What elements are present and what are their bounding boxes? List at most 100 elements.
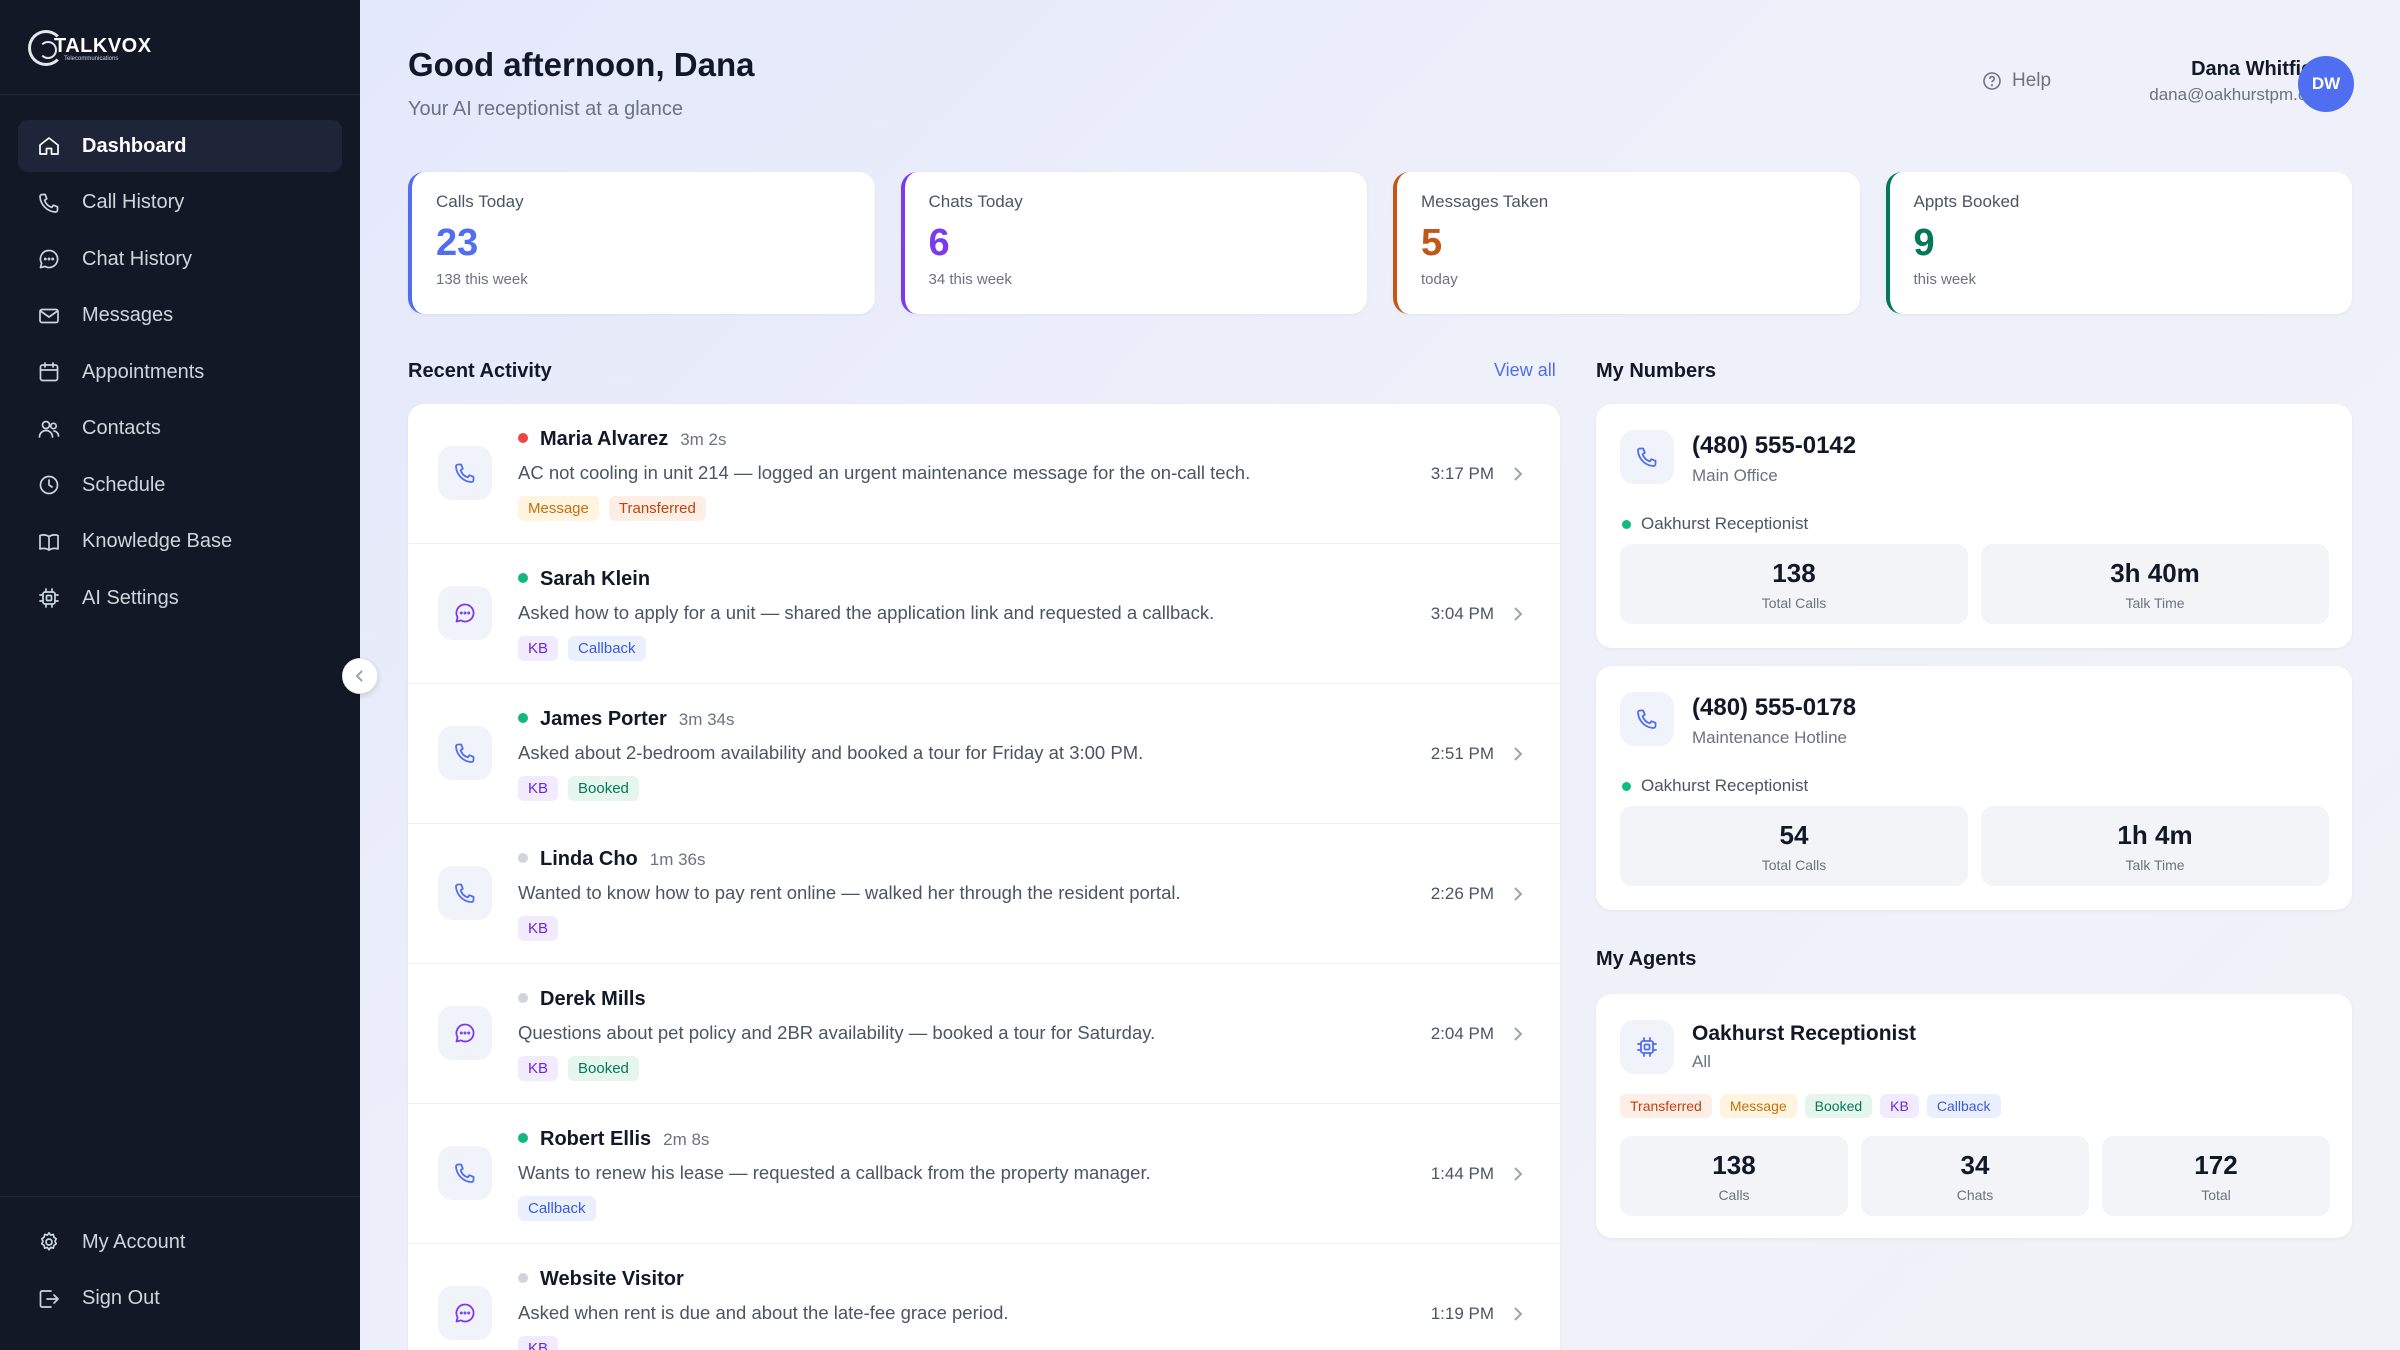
sidebar-item-appointments[interactable]: Appointments <box>18 346 342 398</box>
sidebar-item-dashboard[interactable]: Dashboard <box>18 120 342 172</box>
activity-duration: 3m 2s <box>680 430 727 449</box>
stat-card-chats-today[interactable]: Chats Today 6 34 this week <box>900 172 1367 314</box>
activity-duration: 2m 8s <box>663 1130 710 1149</box>
agent-metric-chats: 34 Chats <box>1861 1136 2089 1216</box>
tag-kb: KB <box>518 916 559 941</box>
number-card[interactable]: (480) 555-0178 Maintenance Hotline Oakhurs… <box>1596 666 2352 910</box>
tag-callback: Callback <box>568 636 646 661</box>
view-all-link[interactable]: View all <box>1494 360 1556 381</box>
tag-transferred: Transferred <box>1620 1094 1712 1118</box>
agent-tags: Transferred Message Booked KB Callback <box>1620 1094 2001 1118</box>
sidebar-item-knowledge-base[interactable]: Knowledge Base <box>18 516 342 568</box>
sidebar-item-schedule[interactable]: Schedule <box>18 459 342 511</box>
activity-name: Website Visitor <box>540 1268 684 1290</box>
agent-card[interactable]: Oakhurst Receptionist All Transferred Mes… <box>1596 994 2352 1238</box>
activity-description: AC not cooling in unit 214 — logged an u… <box>518 462 1251 483</box>
sidebar-item-chat-history[interactable]: Chat History <box>18 233 342 285</box>
talk-time-metric: 1h 4m Talk Time <box>1981 806 2329 886</box>
my-agents-title: My Agents <box>1596 948 1697 970</box>
agent-metric-total: 172 Total <box>2102 1136 2330 1216</box>
activity-tags: KB Booked <box>518 776 639 801</box>
sidebar-item-my-account[interactable]: My Account <box>18 1216 342 1268</box>
sidebar-item-label: Sign Out <box>82 1287 160 1309</box>
chevron-right-icon <box>1510 886 1526 902</box>
stat-label: Calls Today <box>436 192 524 211</box>
phone-number: (480) 555-0142 <box>1692 432 1857 459</box>
chat-icon <box>438 586 492 640</box>
activity-row[interactable]: James Porter 3m 34s Asked about 2-bedroom … <box>408 684 1560 824</box>
number-agent: Oakhurst Receptionist <box>1641 514 1809 533</box>
tag-booked: Booked <box>568 776 639 801</box>
activity-description: Wanted to know how to pay rent online — … <box>518 882 1181 903</box>
activity-row[interactable]: Website Visitor Asked when rent is due an… <box>408 1244 1560 1350</box>
activity-row[interactable]: Linda Cho 1m 36s Wanted to know how to pay… <box>408 824 1560 964</box>
brand-logo[interactable]: TALKVOX Telecommunications <box>28 26 152 70</box>
activity-name: Sarah Klein <box>540 568 651 590</box>
sidebar-item-label: AI Settings <box>82 586 179 609</box>
chevron-right-icon <box>1510 1166 1526 1182</box>
metric-value: 34 <box>1960 1149 1990 1180</box>
status-dot <box>518 433 528 443</box>
tag-kb: KB <box>518 1336 559 1350</box>
activity-name: Maria Alvarez <box>540 428 669 450</box>
activity-time: 2:51 PM <box>1430 744 1494 763</box>
page-subtitle: Your AI receptionist at a glance <box>408 98 683 120</box>
stat-value: 6 <box>928 222 950 264</box>
metric-label: Chats <box>1956 1186 1994 1203</box>
stats-row: Calls Today 23 138 this week Chats Today 6 34… <box>408 172 2352 314</box>
clock-icon <box>36 472 62 498</box>
chip-icon <box>1620 1020 1674 1074</box>
stat-value: 9 <box>1913 222 1935 264</box>
phone-icon <box>36 190 62 216</box>
mail-icon <box>36 303 62 329</box>
phone-icon <box>438 446 492 500</box>
avatar[interactable]: DW <box>2298 56 2354 112</box>
activity-row[interactable]: Maria Alvarez 3m 2s AC not cooling in unit… <box>408 404 1560 544</box>
stat-card-calls-today[interactable]: Calls Today 23 138 this week <box>408 172 875 314</box>
metric-label: Total Calls <box>1761 856 1827 873</box>
brand-name: TALKVOX <box>54 34 152 57</box>
sidebar-item-sign-out[interactable]: Sign Out <box>18 1273 342 1325</box>
stat-card-appts-booked[interactable]: Appts Booked 9 this week <box>1885 172 2352 314</box>
page-title: Good afternoon, Dana <box>408 46 755 83</box>
stat-card-messages-taken[interactable]: Messages Taken 5 today <box>1393 172 1860 314</box>
activity-row[interactable]: Sarah Klein Asked how to apply for a unit… <box>408 544 1560 684</box>
stat-sub: 34 this week <box>928 271 1012 288</box>
phone-icon <box>438 1146 492 1200</box>
sidebar-item-call-history[interactable]: Call History <box>18 177 342 229</box>
activity-row[interactable]: Robert Ellis 2m 8s Wants to renew his leas… <box>408 1104 1560 1244</box>
agent-scope: All <box>1692 1052 1711 1071</box>
talkvox-logo-icon <box>28 30 64 66</box>
chat-icon <box>438 1286 492 1340</box>
tag-kb: KB <box>518 1056 559 1081</box>
number-label: Maintenance Hotline <box>1692 728 1847 747</box>
users-icon <box>36 416 62 442</box>
metric-label: Talk Time <box>2125 594 2185 611</box>
activity-name: Robert Ellis <box>540 1128 652 1150</box>
activity-tags: Callback <box>518 1196 596 1221</box>
sidebar-item-messages[interactable]: Messages <box>18 290 342 342</box>
sidebar-item-ai-settings[interactable]: AI Settings <box>18 572 342 624</box>
tag-transferred: Transferred <box>608 496 706 521</box>
stat-value: 5 <box>1421 222 1443 264</box>
home-icon <box>36 133 62 159</box>
phone-icon <box>1620 430 1674 484</box>
activity-time: 3:04 PM <box>1430 604 1494 623</box>
sidebar-item-label: Chat History <box>82 247 193 270</box>
calendar-icon <box>36 359 62 385</box>
talk-time-metric: 3h 40m Talk Time <box>1981 544 2329 624</box>
total-calls-metric: 138 Total Calls <box>1620 544 1968 624</box>
metric-value: 138 <box>1772 557 1816 588</box>
help-button[interactable]: Help <box>1982 70 2051 92</box>
tag-booked: Booked <box>568 1056 639 1081</box>
activity-duration: 1m 36s <box>649 850 706 869</box>
activity-row[interactable]: Derek Mills Questions about pet policy an… <box>408 964 1560 1104</box>
sidebar-collapse-button[interactable] <box>342 658 378 694</box>
activity-duration: 3m 34s <box>678 710 735 729</box>
stat-sub: this week <box>1913 271 1977 288</box>
sidebar-item-contacts[interactable]: Contacts <box>18 403 342 455</box>
status-dot <box>518 853 528 863</box>
activity-tags: KB Callback <box>518 636 646 661</box>
number-card[interactable]: (480) 555-0142 Main Office Oakhurst Recept… <box>1596 404 2352 648</box>
recent-activity-title: Recent Activity <box>408 360 552 382</box>
